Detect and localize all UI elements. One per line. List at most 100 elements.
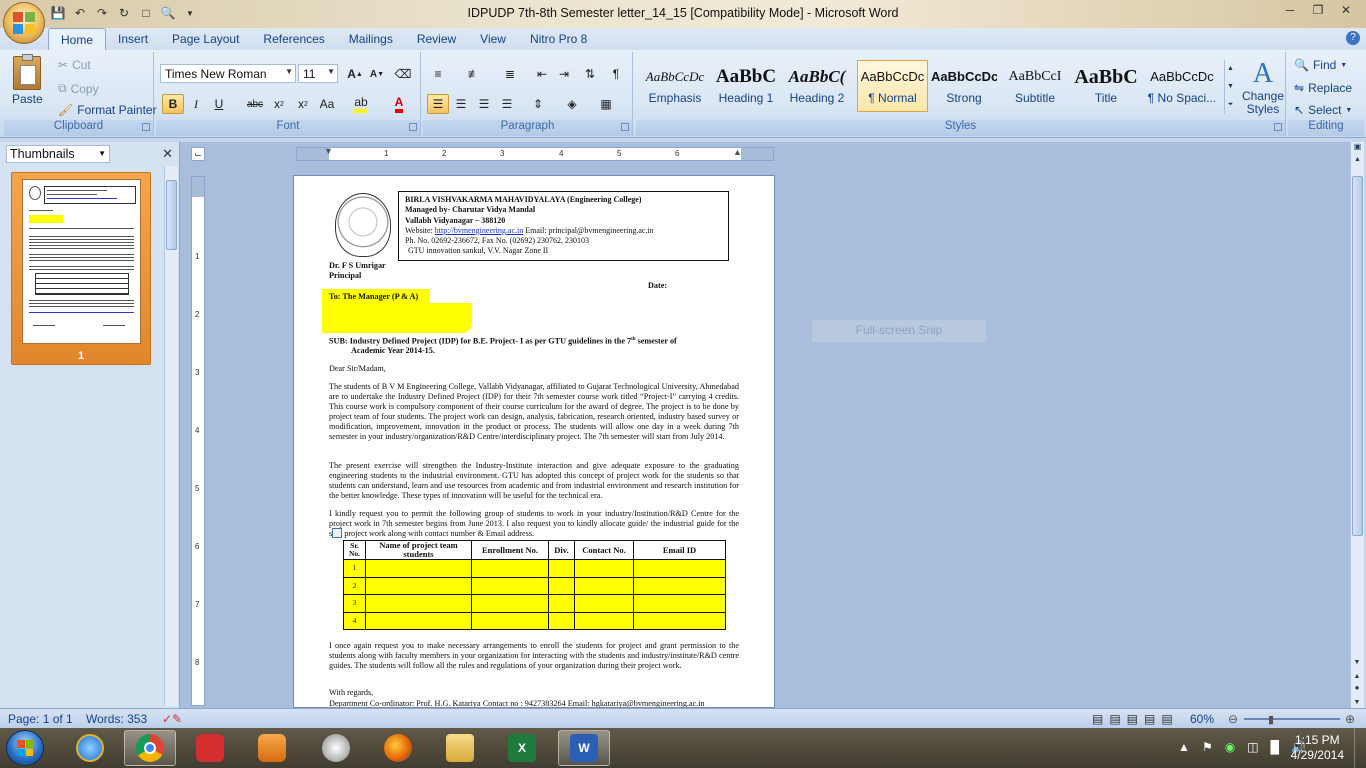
start-button[interactable] (6, 730, 44, 766)
style-emphasis[interactable]: AaBbCcDc Emphasis (641, 60, 709, 112)
chevron-down-icon[interactable]: ▼ (1225, 78, 1236, 96)
format-painter-button[interactable]: 🖌 Format Painter (58, 103, 157, 117)
vertical-ruler[interactable]: 1 2 3 4 5 6 7 8 (191, 176, 205, 706)
replace-button[interactable]: ⇋ Replace (1294, 81, 1352, 95)
scrollbar-thumb[interactable] (1352, 176, 1363, 536)
style-title[interactable]: AaBbC Title (1072, 60, 1140, 112)
clock[interactable]: 1:15 PM 4/29/2014 (1291, 733, 1344, 763)
close-icon[interactable]: ✕ (162, 146, 173, 162)
style-heading-1[interactable]: AaBbC Heading 1 (712, 60, 780, 112)
underline-icon[interactable]: U (208, 94, 230, 114)
dialog-launcher-icon[interactable] (1274, 123, 1282, 131)
indent-marker-icon[interactable]: ▼ (324, 146, 333, 156)
italic-icon[interactable]: I (185, 94, 207, 114)
previous-page-icon[interactable]: ▲ (1351, 673, 1363, 680)
thumbnails-scrollbar[interactable] (164, 166, 178, 706)
table-cell[interactable] (548, 559, 575, 578)
bullets-icon[interactable]: ≡ (427, 64, 449, 84)
document-page[interactable]: BIRLA VISHVAKARMA MAHAVIDYALAYA (Enginee… (293, 175, 775, 708)
horizontal-ruler[interactable]: 1 2 3 4 5 6 ▼ ▲ (296, 146, 774, 161)
chevron-up-icon[interactable]: ▲ (1351, 156, 1364, 170)
table-cell[interactable] (471, 559, 549, 578)
internet-explorer-icon[interactable] (64, 730, 116, 766)
table-cell[interactable] (365, 576, 472, 595)
justify-icon[interactable]: ☰ (496, 94, 518, 114)
tab-selector-icon[interactable]: ⌙ (191, 147, 205, 161)
tab-references[interactable]: References (251, 28, 336, 50)
table-cell[interactable] (471, 611, 549, 630)
website-link[interactable]: http://bvmengineering.ac.in (435, 226, 523, 235)
browse-object-icon[interactable]: ● (1351, 683, 1363, 692)
right-indent-marker-icon[interactable]: ▲ (733, 147, 742, 157)
chrome-icon[interactable] (124, 730, 176, 766)
style-heading-2[interactable]: AaBbC( Heading 2 (783, 60, 851, 112)
app-circle-icon[interactable] (310, 730, 362, 766)
tab-insert[interactable]: Insert (106, 28, 160, 50)
media-player-icon[interactable] (246, 730, 298, 766)
word-taskbar-icon[interactable]: W (558, 730, 610, 766)
table-cell[interactable] (633, 594, 726, 613)
select-button[interactable]: ↖ Select ▼ (1294, 103, 1352, 117)
shrink-font-icon[interactable]: A ▼ (366, 64, 388, 84)
borders-icon[interactable]: ▦ (595, 94, 617, 114)
tray-app-icon[interactable]: ◉ (1225, 740, 1235, 754)
view-buttons[interactable]: ▤▤▤▤▤ (1092, 712, 1179, 726)
zoom-slider-thumb[interactable]: ▮ (1268, 713, 1274, 726)
cut-button[interactable]: ✂ Cut (58, 58, 91, 72)
line-spacing-icon[interactable]: ⇕ (527, 94, 549, 114)
multilevel-list-icon[interactable]: ≣ (499, 64, 521, 84)
grow-font-icon[interactable]: A ▲ (344, 64, 366, 84)
tab-nitro-pro[interactable]: Nitro Pro 8 (518, 28, 599, 50)
action-center-icon[interactable]: ⚑ (1202, 740, 1213, 754)
change-styles-button[interactable]: A Change Styles (1240, 58, 1286, 116)
chevron-up-icon[interactable]: ▲ (1225, 60, 1236, 78)
styles-scroll[interactable]: ▲ ▼ ⏷ (1224, 60, 1236, 114)
tab-page-layout[interactable]: Page Layout (160, 28, 251, 50)
zoom-in-icon[interactable]: ⊕ (1345, 712, 1355, 726)
zoom-level[interactable]: 60% (1190, 712, 1214, 726)
table-cell[interactable] (574, 611, 634, 630)
close-icon[interactable]: ✕ (1332, 0, 1360, 20)
table-cell[interactable] (365, 594, 472, 613)
more-styles-icon[interactable]: ⏷ (1225, 96, 1236, 114)
minimize-icon[interactable]: ─ (1276, 0, 1304, 20)
decrease-indent-icon[interactable]: ⇤ (531, 64, 553, 84)
style-normal[interactable]: AaBbCcDc ¶ Normal (857, 60, 928, 112)
excel-icon[interactable]: X (496, 730, 548, 766)
numbering-icon[interactable]: ≢ (463, 64, 485, 84)
strikethrough-icon[interactable]: abc (244, 94, 266, 114)
ruler-toggle-icon[interactable]: ▣ (1351, 142, 1364, 156)
style-subtitle[interactable]: AaBbCcI Subtitle (1001, 60, 1069, 112)
page-thumbnail[interactable]: 1 (11, 172, 151, 365)
table-cell[interactable] (548, 576, 575, 595)
dialog-launcher-icon[interactable] (142, 123, 150, 131)
table-cell[interactable] (471, 594, 549, 613)
scrollbar-thumb[interactable] (166, 180, 177, 250)
table-cell[interactable] (574, 576, 634, 595)
change-case-icon[interactable]: Aa (316, 94, 338, 114)
power-icon[interactable]: ◫ (1247, 740, 1258, 754)
align-center-icon[interactable]: ☰ (450, 94, 472, 114)
find-button[interactable]: 🔍 Find ▼ (1294, 58, 1347, 72)
paste-button[interactable]: Paste (12, 54, 43, 106)
show-formatting-icon[interactable]: ¶ (605, 64, 627, 84)
font-family-select[interactable]: Times New Roman ▼ (160, 64, 296, 83)
thumbnails-select[interactable]: Thumbnails ▼ (6, 145, 110, 163)
show-desktop-button[interactable] (1354, 728, 1366, 768)
dialog-launcher-icon[interactable] (621, 123, 629, 131)
page-count[interactable]: Page: 1 of 1 (8, 712, 73, 726)
sort-icon[interactable]: ⇅ (579, 64, 601, 84)
chevron-down-icon[interactable]: ▼ (1351, 659, 1363, 666)
align-right-icon[interactable]: ☰ (473, 94, 495, 114)
table-cell[interactable] (365, 611, 472, 630)
office-button[interactable] (3, 2, 45, 44)
align-left-icon[interactable]: ☰ (427, 94, 449, 114)
tab-review[interactable]: Review (405, 28, 468, 50)
superscript-icon[interactable]: x2 (292, 94, 314, 114)
downloader-icon[interactable] (184, 730, 236, 766)
subscript-icon[interactable]: x2 (268, 94, 290, 114)
font-size-select[interactable]: 11 ▼ (298, 64, 338, 83)
highlight-icon[interactable]: ab (350, 94, 372, 114)
document-scrollbar[interactable]: ▣ ▲ ▼ ▲ ● ▼ (1350, 142, 1364, 708)
style-no-spacing[interactable]: AaBbCcDc ¶ No Spaci... (1143, 60, 1221, 112)
